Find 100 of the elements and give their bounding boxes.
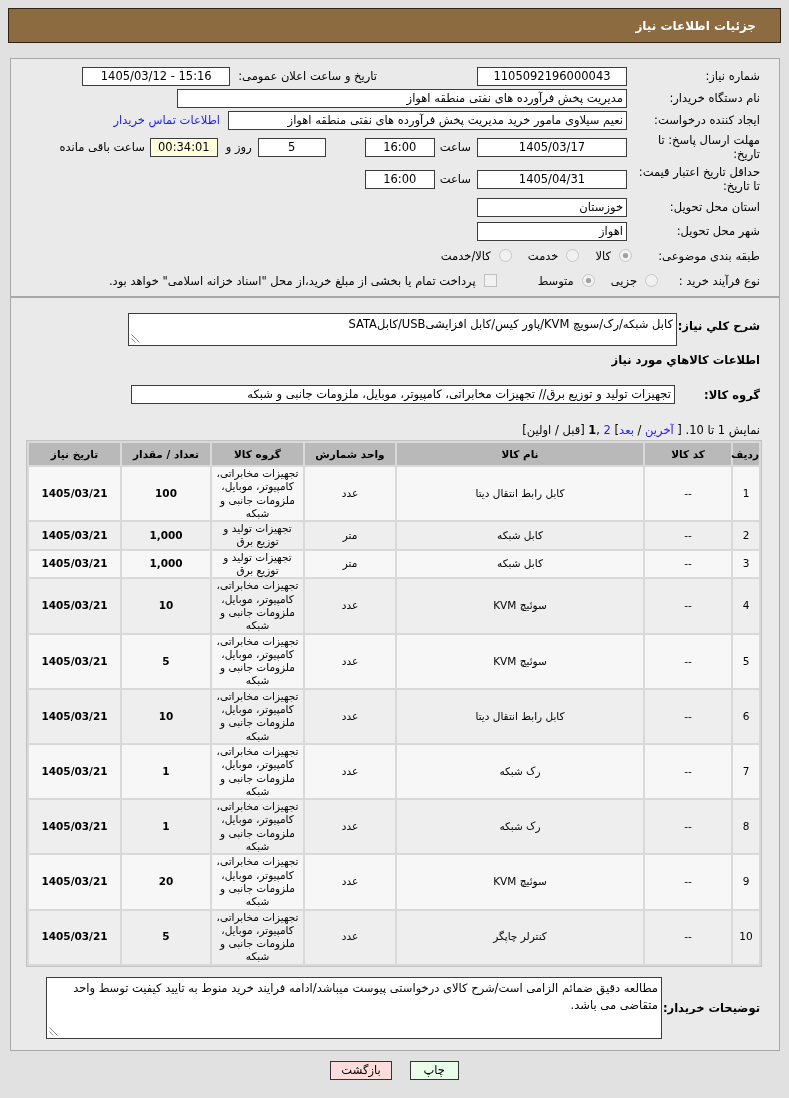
- table-cell: 10: [733, 910, 759, 964]
- table-cell: 1405/03/21: [29, 689, 120, 743]
- field-label: گروه کالا:: [703, 387, 760, 402]
- city-field[interactable]: اهواز: [477, 221, 627, 241]
- table-cell: عدد: [305, 634, 395, 688]
- need-number-field[interactable]: 1105092196000043: [477, 66, 627, 86]
- table-cell: 1405/03/21: [29, 800, 120, 854]
- field-label: توضیحات خریدار:: [662, 1000, 760, 1015]
- table-cell: رک شبکه: [397, 800, 643, 854]
- table-cell: 100: [122, 467, 210, 521]
- field-label: استان محل تحویل:: [668, 200, 760, 214]
- field-label: ساعت باقی مانده: [59, 140, 145, 154]
- table-cell: 1405/03/21: [29, 910, 120, 964]
- column-header: کد کالا: [645, 443, 731, 465]
- page-link[interactable]: بعد: [619, 423, 634, 437]
- table-cell: --: [645, 579, 731, 633]
- table-cell: تجهیزات مخابراتی، کامپیوتر، موبایل، ملزومات جانبی و شبکه: [212, 800, 303, 854]
- table-cell: تجهیزات تولید و توزیع برق: [212, 550, 303, 578]
- resize-grip-icon[interactable]: [131, 334, 140, 343]
- field-label: حداقل تاریخ اعتبار قیمت: تا تاریخ:: [637, 165, 760, 193]
- table-cell: 1405/03/21: [29, 467, 120, 521]
- table-cell: --: [645, 744, 731, 799]
- table-cell: رک شبکه: [397, 744, 643, 799]
- table-cell: --: [645, 800, 731, 854]
- table-cell: 4: [733, 579, 759, 633]
- table-cell: 9: [733, 855, 759, 909]
- table-cell: 2: [733, 522, 759, 549]
- table-cell: تجهیزات مخابراتی، کامپیوتر، موبایل، ملزومات جانبی و شبکه: [212, 634, 303, 688]
- table-cell: 8: [733, 800, 759, 854]
- table-cell: عدد: [305, 744, 395, 799]
- table-cell: --: [645, 634, 731, 688]
- date-field[interactable]: 1405/04/31: [477, 169, 627, 189]
- table-cell: کنترلر چاپگر: [397, 910, 643, 964]
- remaining-time-field[interactable]: 00:34:01: [149, 137, 218, 157]
- buyer-org-field[interactable]: مدیریت پخش فرآورده های نفتی منطقه اهواز: [177, 88, 627, 108]
- page-link[interactable]: آخرین: [645, 423, 674, 437]
- table-cell: 1,000: [122, 550, 210, 578]
- table-cell: 1,000: [122, 522, 210, 549]
- table-cell: --: [645, 550, 731, 578]
- table-cell: --: [645, 855, 731, 909]
- table-cell: کابل شبکه: [397, 522, 643, 549]
- field-label: ایجاد کننده درخواست:: [653, 113, 760, 127]
- requester-field[interactable]: نعیم سیلاوی مامور خرید مدیریت پخش فرآورده های نفتی منطقه اهواز: [228, 110, 627, 130]
- back-button[interactable]: بازگشت: [330, 1060, 392, 1080]
- goods-group-field[interactable]: تجهیزات تولید و توزیع برق// تجهیزات مخابراتی، کامپیوتر، موبایل، ملزومات جانبی و شبکه: [131, 385, 675, 404]
- table-cell: 20: [122, 855, 210, 909]
- column-header: واحد شمارش: [305, 443, 395, 465]
- table-cell: 3: [733, 550, 759, 578]
- table-cell: --: [645, 467, 731, 521]
- section-heading: اطلاعات کالاهاي مورد نياز: [610, 352, 760, 369]
- table-cell: --: [645, 689, 731, 743]
- table-cell: 10: [122, 689, 210, 743]
- table-cell: تجهیزات مخابراتی، کامپیوتر، موبایل، ملزومات جانبی و شبکه: [212, 467, 303, 521]
- province-field[interactable]: خوزستان: [477, 197, 627, 217]
- table-cell: کابل رابط انتقال دیتا: [397, 689, 643, 743]
- page-title: جزئیات اطلاعات نیاز: [635, 18, 756, 33]
- table-cell: تجهیزات تولید و توزیع برق: [212, 522, 303, 549]
- field-label: طبقه بندی موضوعی:: [657, 248, 760, 263]
- table-cell: 6: [733, 689, 759, 743]
- time-field[interactable]: 16:00: [364, 169, 435, 189]
- table-cell: 1: [122, 744, 210, 799]
- table-cell: --: [645, 522, 731, 549]
- table-cell: عدد: [305, 689, 395, 743]
- print-button[interactable]: چاپ: [409, 1060, 459, 1080]
- table-cell: 1405/03/21: [29, 579, 120, 633]
- page-link[interactable]: 2: [603, 423, 611, 437]
- table-cell: تجهیزات مخابراتی، کامپیوتر، موبایل، ملزومات جانبی و شبکه: [212, 744, 303, 799]
- field-label: مهلت ارسال پاسخ: تا تاریخ:: [656, 133, 760, 161]
- table-cell: عدد: [305, 800, 395, 854]
- announce-date-field[interactable]: 1405/03/12 - 15:16: [82, 66, 231, 86]
- table-cell: کابل شبکه: [397, 550, 643, 578]
- resize-grip-icon[interactable]: [49, 1026, 58, 1036]
- table-cell: 1: [733, 467, 759, 521]
- column-header: نام کالا: [397, 443, 643, 465]
- table-cell: متر: [305, 550, 395, 578]
- table-cell: 5: [122, 634, 210, 688]
- table-cell: متر: [305, 522, 395, 549]
- column-header: تاریخ نیاز: [29, 443, 120, 465]
- buyer-notes-field[interactable]: مطالعه دقیق ضمائم الزامی است/شرح کالای درخواستی پیوست میباشد/ادامه فرایند خرید منوط به تایید کیفیت توسط واحد متقاضی می باشد.: [46, 976, 662, 1039]
- table-cell: 1405/03/21: [29, 634, 120, 688]
- table-cell: تجهیزات مخابراتی، کامپیوتر، موبایل، ملزومات جانبی و شبکه: [212, 689, 303, 743]
- description-field[interactable]: کابل شبکه/رک/سویچ KVM/پاور کیس/کابل افزایشیUSB/کابلSATA: [128, 313, 677, 346]
- buyer-contact-link[interactable]: اطلاعات تماس خریدار: [113, 113, 220, 127]
- table-cell: 1405/03/21: [29, 855, 120, 909]
- table-cell: عدد: [305, 467, 395, 521]
- table-cell: کابل رابط انتقال دیتا: [397, 467, 643, 521]
- table-cell: 5: [733, 634, 759, 688]
- field-label: نام دستگاه خریدار:: [668, 91, 760, 105]
- table-cell: سوئیچ KVM: [397, 634, 643, 688]
- date-field[interactable]: 1405/03/17: [477, 137, 627, 157]
- table-cell: 1405/03/21: [29, 550, 120, 578]
- table-cell: سوئیچ KVM: [397, 579, 643, 633]
- time-field[interactable]: 16:00: [364, 137, 435, 157]
- table-cell: --: [645, 910, 731, 964]
- field-label: ساعت: [439, 172, 471, 186]
- days-field[interactable]: 5: [257, 137, 326, 157]
- field-label: شماره نیاز:: [704, 69, 760, 83]
- table-cell: 1405/03/21: [29, 522, 120, 549]
- column-header: ردیف: [733, 443, 759, 465]
- table-cell: تجهیزات مخابراتی، کامپیوتر، موبایل، ملزومات جانبی و شبکه: [212, 855, 303, 909]
